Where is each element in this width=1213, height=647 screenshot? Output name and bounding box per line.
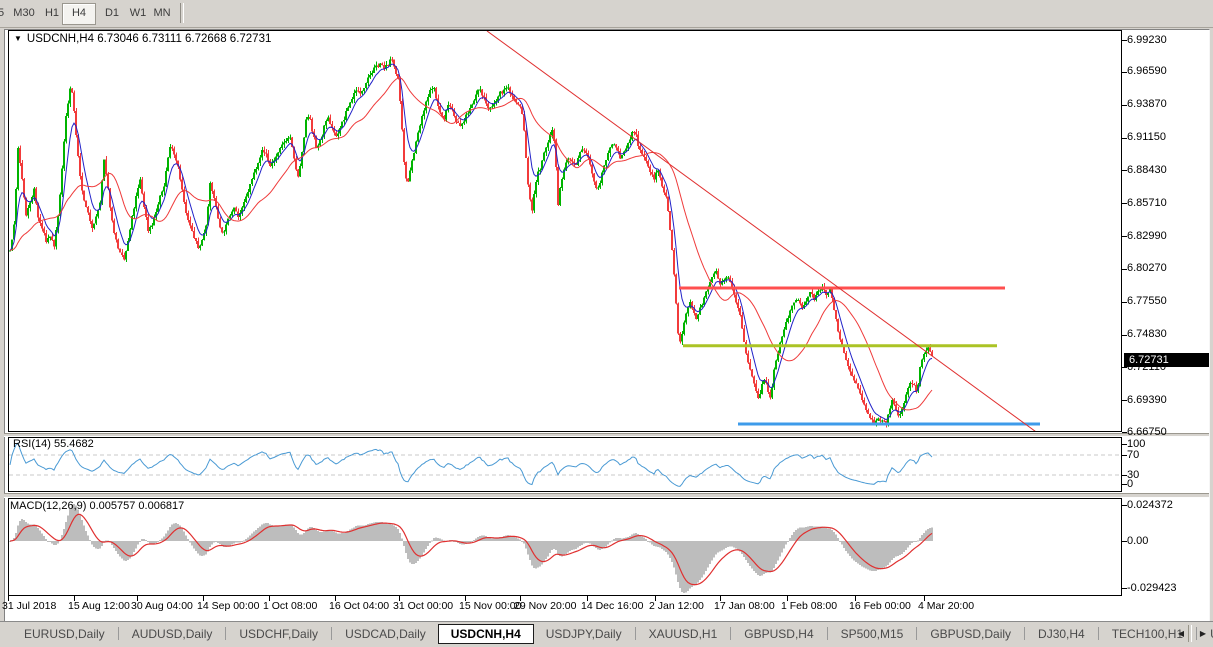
price-axis-label: 6.69390: [1127, 394, 1167, 406]
price-axis-label: 6.96590: [1127, 65, 1167, 77]
time-axis-label: 2 Jan 12:00: [649, 600, 704, 612]
price-axis-label: 6.93870: [1127, 98, 1167, 110]
price-axis-label: 6.91150: [1127, 131, 1166, 143]
tab-separator: [118, 627, 119, 640]
current-price-badge: 6.72731: [1124, 353, 1209, 367]
time-axis-label: 14 Dec 16:00: [581, 600, 643, 612]
chart-tab-usdjpy[interactable]: USDJPY,Daily: [534, 624, 634, 644]
main-chart-plot[interactable]: [8, 30, 1122, 432]
tab-separator: [225, 627, 226, 640]
price-axis-label: 6.66750: [1127, 426, 1167, 438]
time-axis-label: 30 Aug 04:00: [131, 600, 193, 612]
time-axis-label: 31 Oct 00:00: [393, 600, 453, 612]
price-axis-label: 6.85710: [1127, 197, 1167, 209]
macd-axis-label: 0.024372: [1127, 499, 1173, 511]
chart-tab-audusd[interactable]: AUDUSD,Daily: [120, 624, 225, 644]
chart-tab-gbpusd[interactable]: GBPUSD,Daily: [918, 624, 1023, 644]
timeframe-button-5[interactable]: 5: [0, 3, 10, 23]
tab-separator: [635, 627, 636, 640]
chart-tab-gbpusd[interactable]: GBPUSD,H4: [732, 624, 825, 644]
chart-tab-sp500[interactable]: SP500,M15: [829, 624, 916, 644]
price-axis-label: 6.99230: [1127, 34, 1167, 46]
timeframe-button-d1[interactable]: D1: [98, 3, 126, 23]
tab-separator: [1024, 627, 1025, 640]
macd-axis-label: 0.00: [1127, 535, 1148, 547]
macd-label: MACD(12,26,9) 0.005757 0.006817: [10, 500, 184, 512]
price-axis-label: 6.80270: [1127, 262, 1167, 274]
tab-separator: [827, 627, 828, 640]
tab-scroll-left-icon[interactable]: ◀: [1173, 624, 1189, 643]
rsi-axis-label: 70: [1127, 449, 1139, 461]
price-axis[interactable]: [1123, 30, 1209, 596]
chart-tab-xauusd[interactable]: XAUUSD,H1: [637, 624, 730, 644]
tab-separator: [730, 627, 731, 640]
price-axis-label: 6.82990: [1127, 230, 1167, 242]
macd-axis-label: -0.029423: [1127, 582, 1177, 594]
timeframe-button-mn[interactable]: MN: [148, 3, 176, 23]
chart-tab-usdcad[interactable]: USDCAD,Daily: [333, 624, 438, 644]
time-axis-label: 15 Nov 00:00: [459, 600, 521, 612]
chart-tab-bar: EURUSD,DailyAUDUSD,DailyUSDCHF,DailyUSDC…: [0, 621, 1213, 645]
price-axis-label: 6.77550: [1127, 295, 1167, 307]
time-axis-label: 1 Feb 08:00: [781, 600, 837, 612]
tab-separator: [1098, 627, 1099, 640]
chart-tab-eurusd[interactable]: EURUSD,Daily: [12, 624, 117, 644]
chart-tab-usdcnh[interactable]: USDCNH,H4: [438, 624, 534, 644]
time-axis-label: 16 Feb 00:00: [849, 600, 911, 612]
time-axis-label: 29 Nov 20:00: [514, 600, 576, 612]
tab-separator: [331, 627, 332, 640]
time-axis-label: 15 Aug 12:00: [68, 600, 130, 612]
chart-title-text: USDCNH,H4 6.73046 6.73111 6.72668 6.7273…: [27, 33, 271, 45]
macd-plot[interactable]: [8, 498, 1122, 596]
chart-title: ▼ USDCNH,H4 6.73046 6.73111 6.72668 6.727…: [14, 33, 271, 45]
price-axis-label: 6.74830: [1127, 328, 1167, 340]
price-axis-label: 6.88430: [1127, 164, 1167, 176]
chart-tab-usdchf[interactable]: USDCHF,Daily: [227, 624, 330, 644]
time-axis-label: 1 Oct 08:00: [263, 600, 317, 612]
time-axis-label: 14 Sep 00:00: [197, 600, 259, 612]
toolbar-separator: [180, 3, 184, 23]
timeframe-button-m30[interactable]: M30: [10, 3, 38, 23]
tab-scroll-right-icon[interactable]: ▶: [1195, 624, 1211, 643]
symbol-dropdown-icon[interactable]: ▼: [14, 34, 22, 43]
time-axis-label: 31 Jul 2018: [2, 600, 56, 612]
time-axis-label: 4 Mar 20:00: [918, 600, 974, 612]
tab-separator: [916, 627, 917, 640]
time-axis-label: 17 Jan 08:00: [714, 600, 775, 612]
chart-tab-dj30[interactable]: DJ30,H4: [1026, 624, 1097, 644]
timeframe-toolbar: 5M30H1H4D1W1MN: [0, 0, 1213, 28]
rsi-label: RSI(14) 55.4682: [13, 438, 94, 450]
rsi-axis-label: 0: [1127, 478, 1133, 490]
tab-scroll-divider: [1188, 625, 1192, 642]
timeframe-button-h1[interactable]: H1: [40, 3, 64, 23]
timeframe-button-h4[interactable]: H4: [62, 3, 96, 25]
rsi-plot[interactable]: [8, 437, 1122, 492]
time-axis-label: 16 Oct 04:00: [329, 600, 389, 612]
